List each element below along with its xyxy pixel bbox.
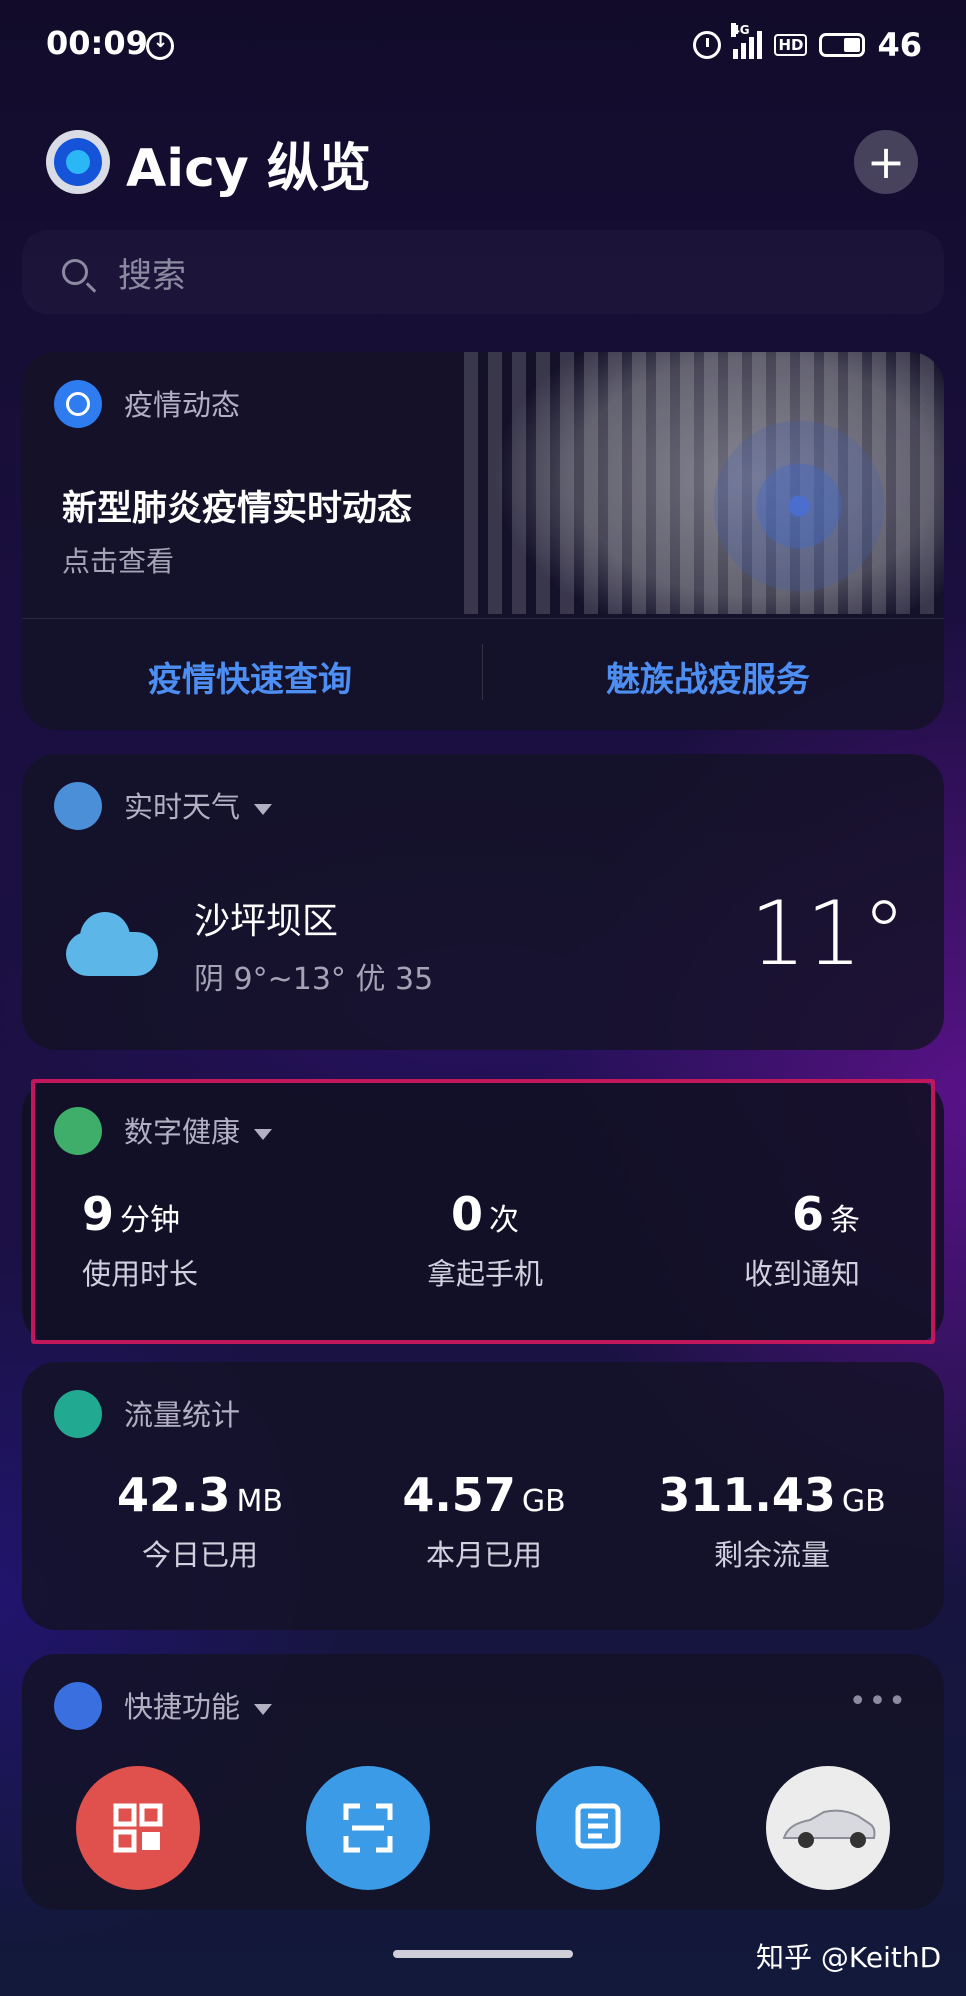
- scan-icon: [343, 1803, 393, 1853]
- china-map-image: [464, 352, 944, 614]
- page-title: Aicy 纵览: [126, 139, 371, 199]
- qr-code-button[interactable]: [76, 1766, 200, 1890]
- car-icon: [782, 1809, 876, 1848]
- weather-location: 沙坪坝区: [194, 901, 339, 942]
- alarm-icon: [693, 31, 722, 59]
- weather-detail: 阴 9°~13° 优 35: [194, 962, 434, 997]
- network-type: 4G: [731, 23, 750, 37]
- chevron-down-icon: [254, 803, 273, 815]
- signal-icon: 4G: [731, 23, 763, 59]
- weather-card[interactable]: 实时天气 沙坪坝区 阴 9°~13° 优 35 11°: [22, 754, 944, 1050]
- weather-icon: [54, 782, 102, 830]
- divider: [22, 618, 944, 619]
- shortcuts-card-title[interactable]: 快捷功能: [124, 1684, 273, 1726]
- status-icons: 4G HD 46: [693, 23, 922, 64]
- month-used-stat: 4.57 GB 本月已用: [402, 1468, 566, 1572]
- epidemic-headline[interactable]: 新型肺炎疫情实时动态: [62, 480, 412, 531]
- bus-code-button[interactable]: [536, 1766, 660, 1890]
- hd-icon: HD: [774, 34, 808, 56]
- search-icon: [62, 259, 88, 285]
- download-icon: [146, 31, 174, 60]
- divider: [482, 644, 483, 700]
- status-time: 00:09: [46, 24, 148, 62]
- aicy-logo-icon: [46, 130, 110, 194]
- chevron-down-icon: [254, 1703, 273, 1715]
- battery-icon: [819, 33, 866, 57]
- search-bar[interactable]: 搜索: [22, 230, 944, 314]
- home-indicator[interactable]: [393, 1950, 573, 1958]
- search-input[interactable]: 搜索: [118, 248, 186, 297]
- weather-temperature: 11°: [750, 882, 906, 985]
- umbrella-icon: [54, 1390, 102, 1438]
- today-used-stat: 42.3 MB 今日已用: [117, 1468, 283, 1572]
- meizu-service-link[interactable]: 魅族战疫服务: [606, 652, 810, 701]
- battery-level: 46: [877, 26, 922, 64]
- navigation-arrow-icon: [54, 1682, 102, 1730]
- highlight-frame: [31, 1079, 935, 1344]
- traffic-card-title: 流量统计: [124, 1398, 241, 1432]
- weather-card-title[interactable]: 实时天气: [124, 784, 273, 826]
- cloud-icon: [66, 912, 158, 976]
- scan-button[interactable]: [306, 1766, 430, 1890]
- add-button[interactable]: +: [854, 130, 918, 194]
- watermark: 知乎 @KeithD: [756, 1941, 942, 1974]
- remaining-stat: 311.43 GB 剩余流量: [658, 1468, 886, 1572]
- plus-icon: +: [866, 135, 906, 189]
- epidemic-subtitle[interactable]: 点击查看: [62, 540, 174, 580]
- epidemic-card[interactable]: 疫情动态 新型肺炎疫情实时动态 点击查看 疫情快速查询 魅族战疫服务: [22, 352, 944, 730]
- car-button[interactable]: [766, 1766, 890, 1890]
- epidemic-query-link[interactable]: 疫情快速查询: [148, 652, 352, 701]
- bus-code-icon: [575, 1803, 621, 1849]
- traffic-card[interactable]: 流量统计 42.3 MB 今日已用 4.57 GB 本月已用 311.43 GB 剩余…: [22, 1362, 944, 1630]
- epidemic-card-title: 疫情动态: [124, 388, 241, 422]
- more-icon[interactable]: •••: [849, 1684, 908, 1719]
- qr-code-icon: [113, 1803, 163, 1853]
- alarm-clock-icon: [54, 380, 102, 428]
